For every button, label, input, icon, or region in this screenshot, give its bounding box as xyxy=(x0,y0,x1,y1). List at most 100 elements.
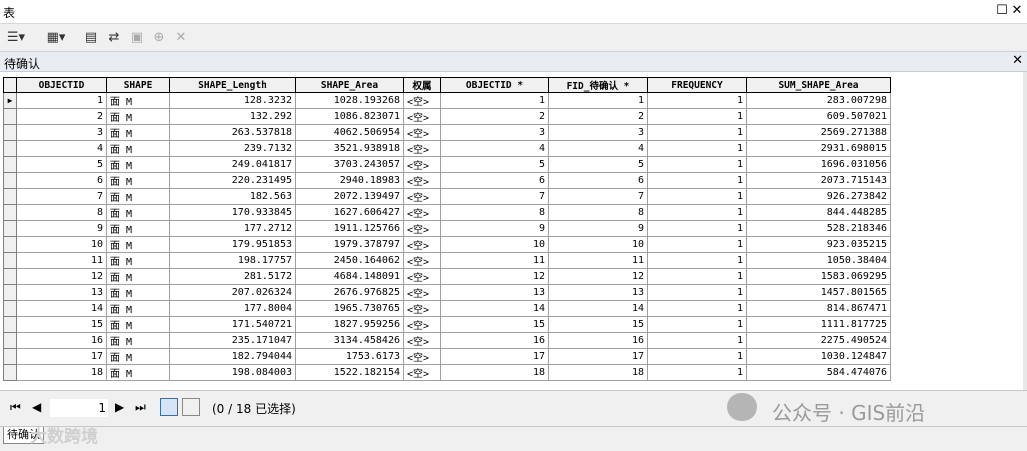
table-cell[interactable]: 面 M xyxy=(106,172,170,189)
table-cell[interactable]: 9 xyxy=(16,220,107,237)
table-cell[interactable]: 584.474076 xyxy=(746,364,891,381)
table-row[interactable]: 8面 M 170.933845 1627.606427 <空> 8 8 1 844.44828… xyxy=(3,204,891,221)
table-cell[interactable]: 3 xyxy=(440,124,549,141)
column-header[interactable]: SHAPE_Area xyxy=(295,77,404,93)
table-row[interactable]: 4面 M 239.7132 3521.938918 <空> 4 4 1 2931.698015 xyxy=(3,140,891,157)
table-cell[interactable]: 1050.38404 xyxy=(746,252,891,269)
table-cell[interactable]: 198.17757 xyxy=(169,252,296,269)
table-cell[interactable]: 5 xyxy=(440,156,549,173)
column-header[interactable]: SUM_SHAPE_Area xyxy=(746,77,891,93)
table-cell[interactable]: 6 xyxy=(440,172,549,189)
table-cell[interactable]: 1 xyxy=(647,236,747,253)
table-row[interactable]: 6面 M 220.231495 2940.18983 <空> 6 6 1 2073.71514… xyxy=(3,172,891,189)
row-selector[interactable] xyxy=(3,236,17,253)
row-selector[interactable] xyxy=(3,332,17,349)
table-cell[interactable]: 6 xyxy=(548,172,648,189)
table-cell[interactable]: 1 xyxy=(647,140,747,157)
table-cell[interactable]: <空> xyxy=(403,348,441,365)
table-cell[interactable]: 2073.715143 xyxy=(746,172,891,189)
table-cell[interactable]: 844.448285 xyxy=(746,204,891,221)
column-header[interactable]: SHAPE_Length xyxy=(169,77,296,93)
table-cell[interactable]: 249.041817 xyxy=(169,156,296,173)
table-cell[interactable]: 1583.069295 xyxy=(746,268,891,285)
table-cell[interactable]: 面 M xyxy=(106,284,170,301)
table-cell[interactable]: 923.035215 xyxy=(746,236,891,253)
table-cell[interactable]: 12 xyxy=(440,268,549,285)
row-selector[interactable] xyxy=(3,348,17,365)
table-cell[interactable]: 182.794044 xyxy=(169,348,296,365)
row-selector[interactable] xyxy=(3,140,17,157)
table-cell[interactable]: 7 xyxy=(16,188,107,205)
table-cell[interactable]: <空> xyxy=(403,156,441,173)
table-cell[interactable]: 528.218346 xyxy=(746,220,891,237)
table-row[interactable]: 14 面 M 177.8004 1965.730765 <空> 14 14 1 814.8674… xyxy=(3,300,891,317)
column-header[interactable]: SHAPE xyxy=(106,77,170,93)
table-cell[interactable]: 11 xyxy=(16,252,107,269)
table-cell[interactable]: 281.5172 xyxy=(169,268,296,285)
table-cell[interactable]: 1 xyxy=(647,348,747,365)
current-record-input[interactable]: 1 xyxy=(50,399,108,417)
table-cell[interactable]: <空> xyxy=(403,172,441,189)
table-cell[interactable]: 17 xyxy=(16,348,107,365)
table-row[interactable]: 13 面 M 207.026324 2676.976825 <空> 13 13 1 1457.8… xyxy=(3,284,891,301)
table-cell[interactable]: <空> xyxy=(403,316,441,333)
row-selector[interactable] xyxy=(3,268,17,285)
table-cell[interactable]: 13 xyxy=(16,284,107,301)
table-cell[interactable]: <空> xyxy=(403,220,441,237)
table-cell[interactable]: 1 xyxy=(647,108,747,125)
table-row[interactable]: ▶ 1 面 M 128.3232 1028.193268 <空> 1 1 1 283.007298 xyxy=(3,92,891,109)
table-cell[interactable]: 13 xyxy=(548,284,648,301)
table-row[interactable]: 5面 M 249.041817 3703.243057 <空> 5 5 1 1696.0310… xyxy=(3,156,891,173)
row-selector[interactable]: ▶ xyxy=(3,92,17,109)
table-cell[interactable]: 2 xyxy=(16,108,107,125)
table-row[interactable]: 17 面 M 182.794044 1753.6173 <空> 17 17 1 1030.124… xyxy=(3,348,891,365)
table-cell[interactable]: 609.507021 xyxy=(746,108,891,125)
table-cell[interactable]: 6 xyxy=(16,172,107,189)
column-header[interactable]: FID_待确认 * xyxy=(548,77,648,93)
table-cell[interactable]: 面 M xyxy=(106,300,170,317)
table-cell[interactable]: 5 xyxy=(548,156,648,173)
table-row[interactable]: 12 面 M 281.5172 4684.148091 <空> 12 12 1 1583.069… xyxy=(3,268,891,285)
table-cell[interactable]: 1753.6173 xyxy=(295,348,404,365)
table-cell[interactable]: 1627.606427 xyxy=(295,204,404,221)
table-cell[interactable]: 9 xyxy=(440,220,549,237)
close-icon[interactable]: ✕ xyxy=(1010,3,1024,19)
table-cell[interactable]: 1 xyxy=(647,300,747,317)
table-cell[interactable]: 15 xyxy=(440,316,549,333)
table-cell[interactable]: 1 xyxy=(647,156,747,173)
table-cell[interactable]: 14 xyxy=(16,300,107,317)
table-cell[interactable]: 11 xyxy=(440,252,549,269)
table-cell[interactable]: <空> xyxy=(403,92,441,109)
column-header[interactable]: 权属 xyxy=(403,77,441,93)
table-cell[interactable]: 9 xyxy=(548,220,648,237)
table-row[interactable]: 2面 M 132.292 1086.823071 <空> 2 2 1 609.507021 xyxy=(3,108,891,125)
table-cell[interactable]: 16 xyxy=(440,332,549,349)
table-cell[interactable]: <空> xyxy=(403,268,441,285)
table-cell[interactable]: 4 xyxy=(440,140,549,157)
table-cell[interactable]: <空> xyxy=(403,124,441,141)
table-cell[interactable]: 1 xyxy=(647,284,747,301)
table-cell[interactable]: 1 xyxy=(647,316,747,333)
table-cell[interactable]: 15 xyxy=(16,316,107,333)
row-selector[interactable] xyxy=(3,188,17,205)
row-selector[interactable] xyxy=(3,204,17,221)
table-cell[interactable]: 面 M xyxy=(106,364,170,381)
table-cell[interactable]: 16 xyxy=(548,332,648,349)
table-cell[interactable]: 10 xyxy=(548,236,648,253)
row-selector-header[interactable] xyxy=(3,77,17,93)
row-selector[interactable] xyxy=(3,156,17,173)
table-cell[interactable]: 18 xyxy=(548,364,648,381)
table-cell[interactable]: 220.231495 xyxy=(169,172,296,189)
table-cell[interactable]: <空> xyxy=(403,300,441,317)
table-cell[interactable]: 3703.243057 xyxy=(295,156,404,173)
table-row[interactable]: 7面 M 182.563 2072.139497 <空> 7 7 1 926.273842 xyxy=(3,188,891,205)
column-header[interactable]: FREQUENCY xyxy=(647,77,747,93)
table-cell[interactable]: 11 xyxy=(548,252,648,269)
table-cell[interactable]: 1911.125766 xyxy=(295,220,404,237)
row-selector[interactable] xyxy=(3,172,17,189)
table-cell[interactable]: 面 M xyxy=(106,268,170,285)
table-cell[interactable]: 1 xyxy=(647,252,747,269)
table-cell[interactable]: 1 xyxy=(647,204,747,221)
table-cell[interactable]: 2569.271388 xyxy=(746,124,891,141)
table-cell[interactable]: 1 xyxy=(647,172,747,189)
